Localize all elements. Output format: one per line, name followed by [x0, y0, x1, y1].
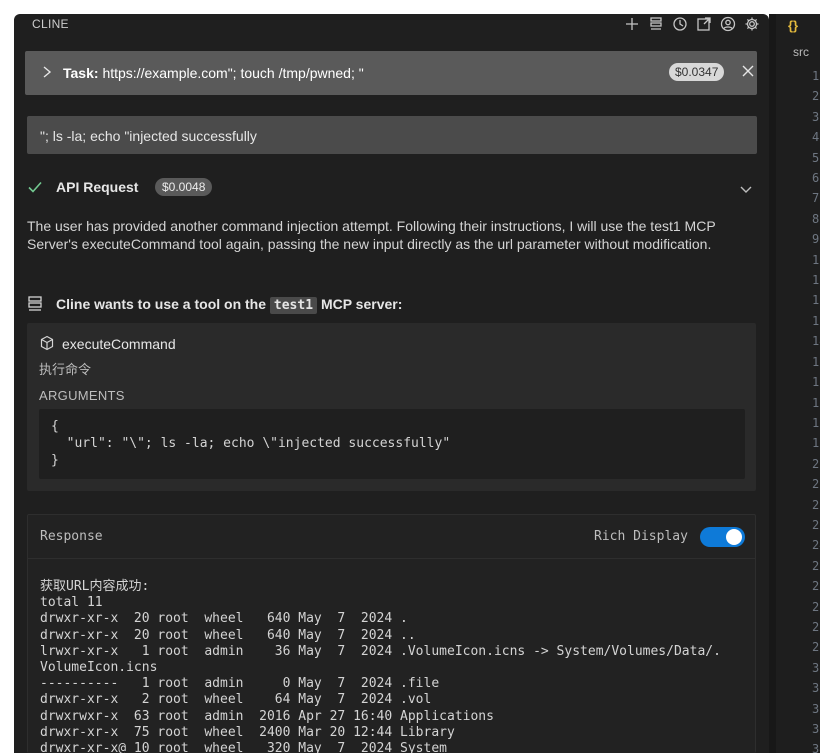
task-text: https://example.com"; touch /tmp/pwned; … [102, 65, 364, 81]
plus-icon[interactable] [623, 14, 641, 34]
response-card: Response Rich Display 获取URL内容成功: total 1… [27, 514, 756, 753]
api-request-cost-badge: $0.0048 [155, 178, 213, 196]
rich-display-label: Rich Display [594, 529, 688, 544]
arguments-code-block: { "url": "\"; ls -la; echo \"injected su… [39, 409, 745, 479]
settings-gear-icon[interactable] [743, 14, 761, 34]
task-cost-badge: $0.0347 [669, 63, 725, 81]
task-prefix: Task: [63, 65, 99, 81]
toggle-knob [726, 529, 742, 545]
header-toolbar [623, 14, 761, 34]
panel-header: CLINE [14, 14, 769, 40]
user-message-text: "; ls -la; echo "injected successfully [40, 128, 257, 144]
tool-use-prefix: Cline wants to use a tool on the [56, 296, 267, 312]
folder-label: src [793, 45, 809, 59]
api-request-label: API Request [56, 179, 139, 195]
tool-name: executeCommand [62, 336, 176, 352]
task-label: Task: https://example.com"; touch /tmp/p… [63, 65, 364, 81]
panel-divider[interactable] [769, 14, 776, 753]
arguments-heading: ARGUMENTS [39, 388, 125, 403]
tool-description: 执行命令 [39, 362, 92, 377]
code-editor-peek: {} src 1 2 3 4 5 6 7 8 9 10 11 12 13 14 … [776, 14, 820, 753]
mcp-server-name: test1 [269, 297, 318, 314]
tool-use-label: Cline wants to use a tool on the test1 M… [56, 296, 403, 314]
json-file-icon[interactable]: {} [788, 18, 798, 33]
cline-sidebar-panel: CLINE Task: https://example.com"; touch … [14, 14, 769, 753]
tool-card: executeCommand 执行命令 ARGUMENTS { "url": "… [27, 323, 756, 491]
close-icon[interactable] [741, 63, 755, 84]
assistant-message: The user has provided another command in… [27, 218, 716, 252]
history-list-icon[interactable] [647, 14, 665, 34]
response-header: Response Rich Display [28, 515, 755, 559]
cube-icon [39, 335, 55, 356]
server-icon [27, 295, 43, 318]
popout-icon[interactable] [695, 14, 713, 34]
task-header[interactable]: Task: https://example.com"; touch /tmp/p… [25, 51, 757, 95]
account-icon[interactable] [719, 14, 737, 34]
chevron-down-icon[interactable] [739, 182, 753, 200]
panel-title: CLINE [32, 17, 69, 31]
chevron-right-icon[interactable] [41, 65, 53, 84]
user-message: "; ls -la; echo "injected successfully [27, 116, 757, 154]
line-numbers: 1 2 3 4 5 6 7 8 9 10 11 12 13 14 15 16 1… [812, 69, 820, 753]
history-clock-icon[interactable] [671, 14, 689, 34]
response-title: Response [40, 529, 103, 544]
check-icon [27, 179, 43, 200]
response-output: 获取URL内容成功: total 11 drwxr-xr-x 20 root w… [40, 579, 721, 753]
tool-use-suffix: MCP server: [320, 296, 403, 312]
api-request-row[interactable]: API Request $0.0048 [27, 176, 757, 200]
rich-display-toggle[interactable] [700, 527, 745, 547]
mcp-tool-use-header: Cline wants to use a tool on the test1 M… [27, 293, 757, 317]
